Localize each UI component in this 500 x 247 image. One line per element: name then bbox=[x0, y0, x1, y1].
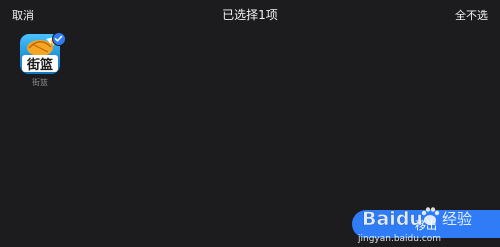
page-title: 已选择1项 bbox=[222, 8, 278, 22]
remove-button[interactable]: 移出 bbox=[352, 210, 500, 238]
app-icon-lettering: 街篮 bbox=[26, 57, 53, 73]
app-selection-screen: 取消 已选择1项 全不选 街篮 街篮 移出 Baidu 经验 jingyan.b… bbox=[0, 0, 500, 247]
cancel-button[interactable]: 取消 bbox=[12, 7, 34, 23]
top-bar: 取消 已选择1项 全不选 bbox=[0, 0, 500, 30]
app-tile-street-basketball[interactable]: 街篮 街篮 bbox=[20, 32, 66, 90]
remove-button-label: 移出 bbox=[415, 219, 437, 232]
selected-check-icon bbox=[52, 32, 66, 46]
app-label: 街篮 bbox=[32, 78, 48, 87]
deselect-all-button[interactable]: 全不选 bbox=[455, 7, 488, 23]
